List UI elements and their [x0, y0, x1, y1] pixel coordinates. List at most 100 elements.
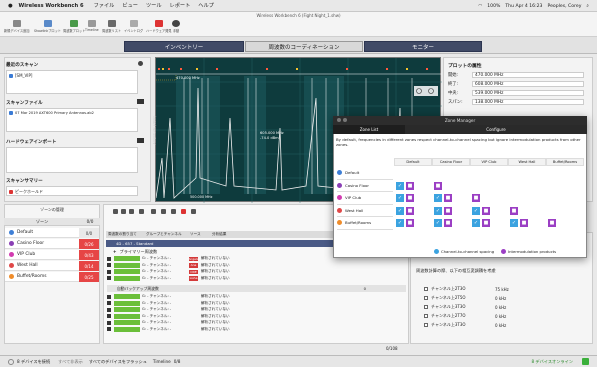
tab-monitor[interactable]: モニター [364, 41, 482, 52]
tab-zone-list[interactable]: Zone List [333, 125, 405, 134]
matrix-cell-imd[interactable]: ■ [482, 206, 490, 215]
matrix-cell[interactable]: ✓ [396, 194, 404, 202]
lock-icon[interactable] [107, 294, 111, 299]
settings-icon[interactable] [191, 209, 196, 214]
backup-freq-header[interactable]: 自動バックアップ周波数 0 [107, 285, 406, 292]
zone-item[interactable]: Casino Floor 0/26 [5, 239, 99, 249]
matrix-cell[interactable]: ■ [548, 219, 556, 227]
lock-icon[interactable] [107, 276, 111, 281]
folder-icon[interactable] [137, 99, 144, 104]
matrix-cell[interactable]: ✓ [434, 219, 442, 227]
matrix-cell-imd[interactable]: ■ [406, 181, 414, 190]
checkbox[interactable] [424, 296, 428, 300]
matrix-cell-imd[interactable]: ■ [482, 219, 490, 227]
lock-icon[interactable] [107, 269, 111, 274]
matrix-cell-imd[interactable]: ■ [444, 206, 452, 215]
peak-hold-item[interactable]: ピークホールド [15, 189, 43, 194]
table-row[interactable]: G: - チャンネル: - 解析されていない [107, 326, 407, 333]
zone-item[interactable]: West Hall 0/14 [5, 261, 99, 271]
toolbar-freq-list[interactable]: 周波数リスト [102, 20, 121, 33]
table-row[interactable]: G: - チャンネル: - 解析されていない [107, 300, 407, 307]
toolbar-add-device[interactable]: 新規デバイス追加 [4, 20, 29, 33]
matrix-cell[interactable]: ■ [510, 206, 518, 215]
lock-icon[interactable] [107, 307, 111, 312]
folder-icon[interactable] [137, 138, 144, 143]
zone-manager-button[interactable]: ゾーンの管理 [4, 207, 100, 213]
recent-scan-item[interactable]: [SM_VIP] [15, 73, 32, 78]
scan-file-item[interactable]: 07 Mar 2019 AXT600 Primary Antennas.ab2 [15, 111, 94, 115]
matrix-cell[interactable]: ✓ [434, 194, 442, 202]
tool-icon-3[interactable] [129, 209, 134, 214]
matrix-cell-imd[interactable]: ■ [406, 206, 414, 215]
wifi-icon[interactable]: ◠ [478, 4, 482, 9]
lock-icon[interactable] [107, 314, 111, 319]
hide-all-button[interactable]: すべて非表示 [58, 359, 83, 365]
lock-icon[interactable] [107, 256, 111, 261]
lock-icon[interactable] [107, 301, 111, 306]
zone-item[interactable]: Buffet/Rooms 0/25 [5, 272, 99, 282]
imd-option[interactable]: チャンネル上2T7O 0 kHz [424, 313, 584, 319]
minimize-icon[interactable] [343, 118, 347, 122]
matrix-cell[interactable]: ✓ [396, 206, 404, 215]
settings-icon[interactable] [138, 61, 143, 66]
toolbar-timeline[interactable]: Timeline [85, 20, 99, 32]
matrix-cell-imd[interactable]: ■ [520, 219, 528, 227]
user-name[interactable]: Peoples, Corey [547, 4, 581, 9]
tool-icon-6[interactable] [161, 209, 166, 214]
matrix-cell[interactable]: ✓ [396, 219, 404, 227]
checkbox[interactable] [424, 314, 428, 318]
hw-import-list[interactable] [6, 147, 138, 173]
matrix-cell-imd[interactable]: ■ [406, 219, 414, 227]
matrix-cell[interactable]: ✓ [434, 206, 442, 215]
app-menu[interactable]: Wireless Workbench 6 [19, 3, 84, 9]
recent-scans-list[interactable]: [SM_VIP] [6, 70, 138, 94]
table-row[interactable]: G: - チャンネル: - 解析されていない [107, 294, 407, 300]
menu-view[interactable]: ビュー [122, 2, 138, 9]
prop-end-field[interactable]: 608.000 MHz [472, 81, 584, 87]
checkbox[interactable] [9, 190, 13, 194]
flash-all-button[interactable]: すべてのデバイスをフラッシュ [89, 359, 147, 365]
plus-icon[interactable]: + [113, 249, 117, 254]
timeline-toggle[interactable]: Timeline [153, 359, 171, 364]
menu-tools[interactable]: ツール [146, 2, 162, 9]
table-row[interactable]: G: - チャンネル: - Ana 解析されていない [107, 262, 407, 269]
close-icon[interactable] [337, 118, 341, 122]
matrix-cell[interactable]: ■ [434, 181, 442, 190]
matrix-cell[interactable]: ✓ [472, 219, 480, 227]
imd-option[interactable]: チャンネル上2T3O 75 kHz [424, 286, 584, 292]
matrix-cell[interactable]: ✓ [396, 181, 404, 190]
imd-option[interactable]: チャンネル上3T3O 0 kHz [424, 304, 584, 310]
checkbox[interactable] [424, 287, 428, 291]
battery-status[interactable]: 100% [487, 4, 500, 9]
table-row[interactable]: G: - チャンネル: - Lisha 解析されていない [107, 275, 407, 282]
checkbox[interactable] [424, 305, 428, 309]
toolbar-showlink[interactable]: Showlinkプロット [34, 20, 61, 33]
tool-icon-2[interactable] [121, 209, 126, 214]
toolbar-hw-discovery[interactable]: ハードウェア発見 [146, 20, 172, 33]
zone-item[interactable]: VIP Club 0/43 [5, 250, 99, 260]
matrix-cell[interactable]: ✓ [472, 206, 480, 215]
toolbar-event-log[interactable]: イベントログ [124, 20, 143, 33]
summary-list[interactable]: ピークホールド [6, 186, 138, 196]
prop-center-field[interactable]: 539.000 MHz [472, 90, 584, 96]
primary-freq-label[interactable]: + プライマリー周波数 [113, 249, 157, 255]
imd-option[interactable]: チャンネル上2T5O 0 kHz [424, 295, 584, 301]
toolbar-manual[interactable]: 手動 [172, 20, 180, 33]
checkbox[interactable] [424, 323, 428, 327]
menu-file[interactable]: ファイル [94, 2, 115, 9]
table-row[interactable]: G: - チャンネル: - ODE 解析されていない [107, 269, 407, 275]
matrix-cell-imd[interactable]: ■ [406, 194, 414, 202]
search-icon[interactable]: ⌕ [586, 3, 589, 9]
toolbar-freq-plot[interactable]: 周波数プロット [63, 20, 85, 33]
lock-icon[interactable] [107, 327, 111, 332]
table-row[interactable]: G: - チャンネル: - 解析されていない [107, 320, 407, 326]
lock-icon[interactable] [107, 320, 111, 325]
table-row[interactable]: G: - チャンネル: - 解析されていない [107, 313, 407, 320]
table-row[interactable]: G: - チャンネル: - 解析されていない [107, 307, 407, 313]
tool-icon-4[interactable] [139, 209, 144, 214]
tool-icon-8[interactable] [181, 209, 186, 214]
tool-icon-1[interactable] [113, 209, 118, 214]
menu-help[interactable]: ヘルプ [198, 2, 214, 9]
matrix-cell[interactable]: ✓ [510, 219, 518, 227]
matrix-cell-imd[interactable]: ■ [444, 194, 452, 202]
